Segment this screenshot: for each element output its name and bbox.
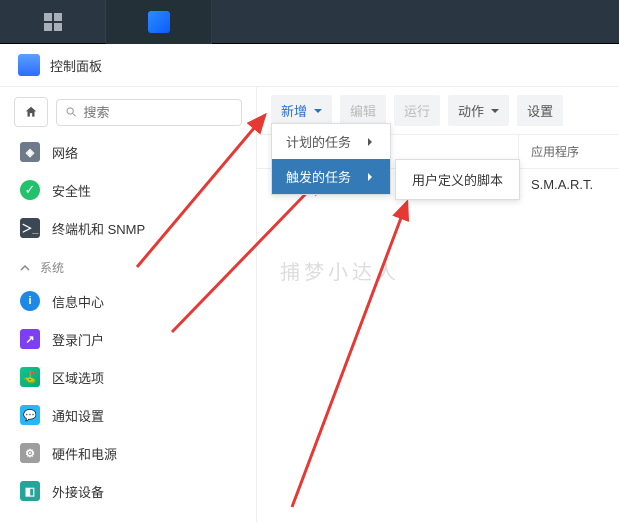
sidebar-item-label: 通知设置	[52, 406, 104, 425]
top-app-button[interactable]	[106, 0, 212, 44]
home-button[interactable]	[14, 97, 48, 127]
cell-app: S.M.A.R.T.	[519, 169, 619, 200]
dropdown-item-label: 触发的任务	[286, 167, 351, 186]
control-panel-app-icon	[148, 11, 170, 33]
sidebar-item-label: 区域选项	[52, 368, 104, 387]
watermark-text: 捕梦小达人	[280, 256, 400, 285]
chevron-up-icon	[20, 263, 30, 273]
top-grid-button[interactable]	[0, 0, 106, 44]
sidebar-section-system[interactable]: 系统	[14, 247, 242, 282]
terminal-icon: ＞_	[20, 218, 40, 238]
settings-button[interactable]: 设置	[517, 95, 563, 126]
triggered-task-submenu: 用户定义的脚本	[395, 159, 520, 200]
window-titlebar: 控制面板	[0, 44, 619, 87]
home-icon	[24, 105, 38, 119]
chevron-right-icon	[368, 138, 376, 146]
run-button[interactable]: 运行	[394, 95, 440, 126]
new-dropdown: 计划的任务 触发的任务	[271, 123, 391, 195]
sidebar-item-region[interactable]: ⛳ 区域选项	[14, 358, 242, 396]
submenu-item-user-defined-script[interactable]: 用户定义的脚本	[396, 162, 519, 197]
grid-icon	[44, 13, 62, 31]
new-button[interactable]: 新增	[271, 95, 332, 126]
search-input[interactable]	[83, 105, 233, 120]
sidebar-item-label: 网络	[52, 143, 78, 162]
info-icon: i	[20, 291, 40, 311]
search-icon	[65, 105, 77, 119]
action-button[interactable]: 动作	[448, 95, 509, 126]
shield-icon: ✓	[20, 180, 40, 200]
control-panel-icon	[18, 54, 40, 76]
sidebar-item-info-center[interactable]: i 信息中心	[14, 282, 242, 320]
sidebar-item-hardware-power[interactable]: ⚙ 硬件和电源	[14, 434, 242, 472]
dropdown-item-label: 计划的任务	[286, 132, 351, 151]
device-icon: ◧	[20, 481, 40, 501]
section-label: 系统	[40, 259, 64, 276]
sidebar-item-label: 登录门户	[52, 330, 104, 349]
network-icon: ◈	[20, 142, 40, 162]
sidebar-item-label: 安全性	[52, 181, 91, 200]
sidebar-item-notification[interactable]: 💬 通知设置	[14, 396, 242, 434]
search-field[interactable]	[56, 99, 242, 126]
sidebar-item-security[interactable]: ✓ 安全性	[14, 171, 242, 209]
chevron-right-icon	[368, 173, 376, 181]
window-title: 控制面板	[50, 56, 102, 75]
sidebar-item-label: 终端机和 SNMP	[52, 219, 145, 238]
sidebar-item-external-devices[interactable]: ◧ 外接设备	[14, 472, 242, 510]
chat-icon: 💬	[20, 405, 40, 425]
dropdown-item-triggered-task[interactable]: 触发的任务	[272, 159, 390, 194]
edit-button[interactable]: 编辑	[340, 95, 386, 126]
sidebar-item-login-portal[interactable]: ↗ 登录门户	[14, 320, 242, 358]
dropdown-item-scheduled-task[interactable]: 计划的任务	[272, 124, 390, 159]
sidebar-item-label: 外接设备	[52, 482, 104, 501]
sidebar-item-terminal-snmp[interactable]: ＞_ 终端机和 SNMP	[14, 209, 242, 247]
sidebar-item-label: 硬件和电源	[52, 444, 117, 463]
portal-icon: ↗	[20, 329, 40, 349]
sidebar-item-network[interactable]: ◈ 网络	[14, 133, 242, 171]
col-app[interactable]: 应用程序	[519, 135, 619, 168]
hardware-icon: ⚙	[20, 443, 40, 463]
sidebar-item-label: 信息中心	[52, 292, 104, 311]
region-icon: ⛳	[20, 367, 40, 387]
